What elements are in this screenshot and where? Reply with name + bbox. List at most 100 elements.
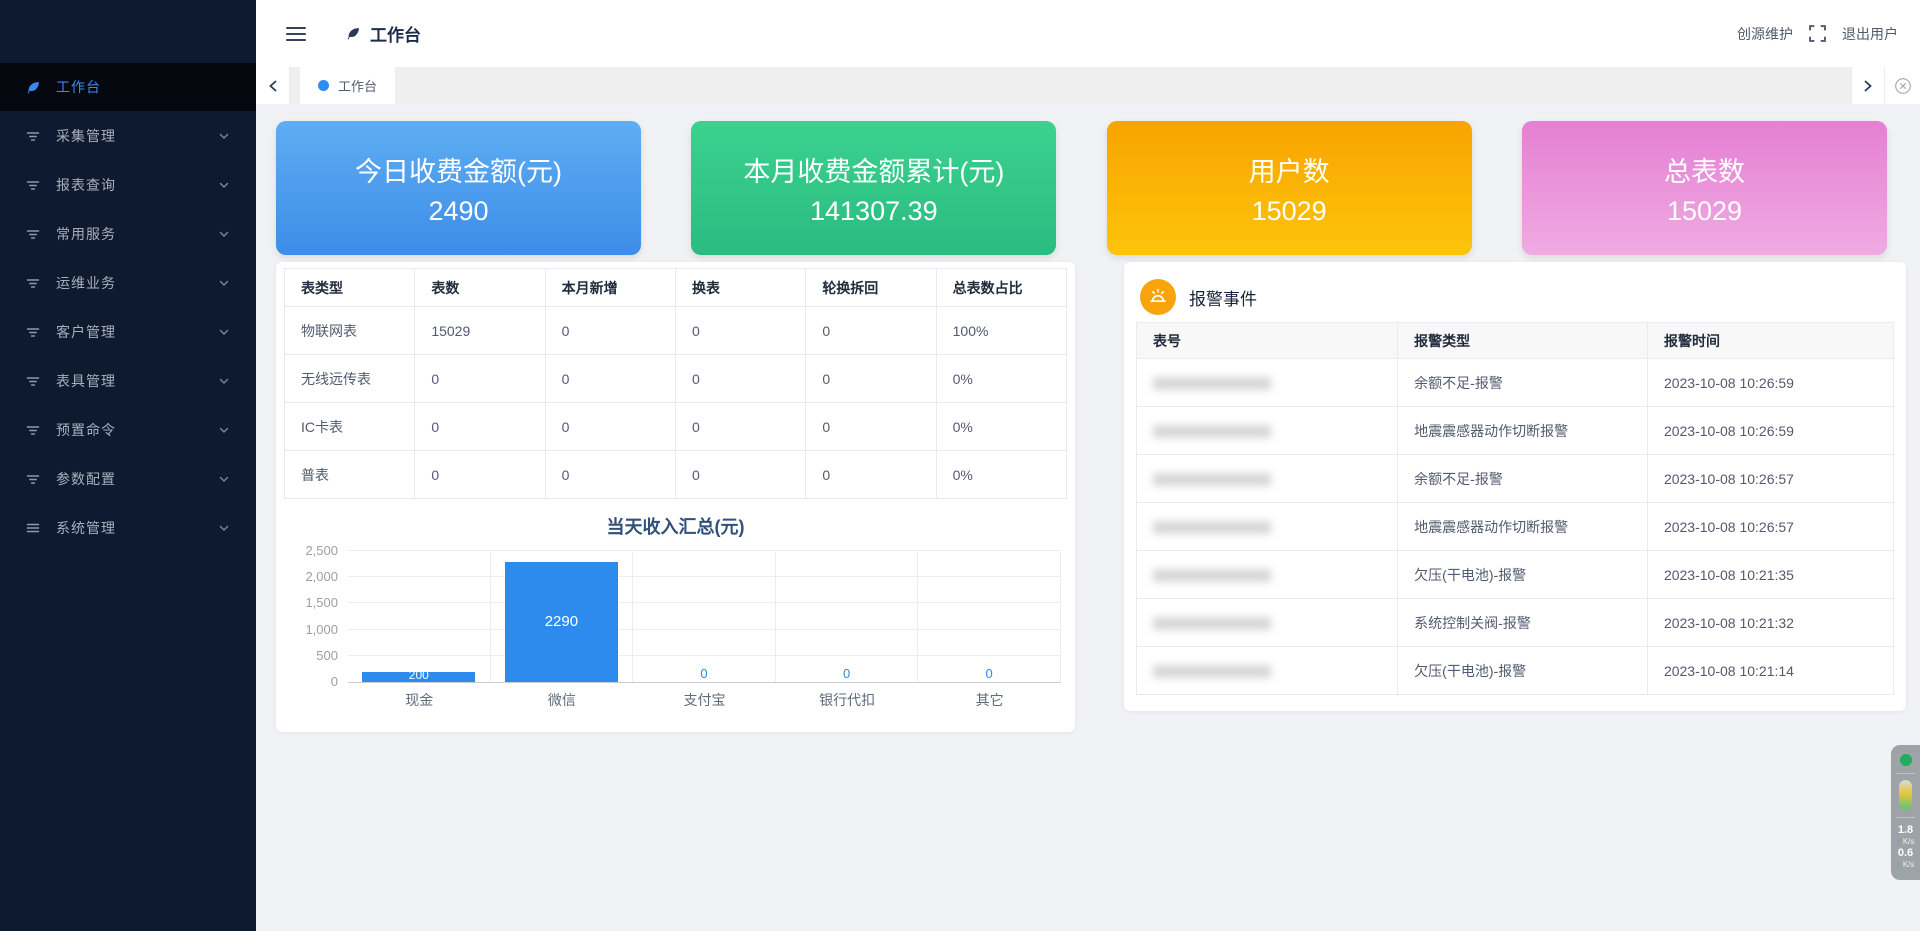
chart-category-slot: 0 [633, 552, 776, 682]
up-arrow-icon: ↑ [1897, 837, 1901, 846]
leaf-icon [26, 80, 44, 95]
net-speed-widget[interactable]: 1.8 ↑ K/s 0.6 ↓ K/s [1891, 745, 1920, 880]
alarm-table-header: 表号 [1137, 323, 1398, 359]
tabs-scroll-left-button[interactable] [256, 67, 290, 104]
card-title: 用户数 [1107, 150, 1472, 189]
total-meter-card: 总表数 15029 [1522, 121, 1887, 255]
alarm-meter-no-cell [1137, 599, 1398, 647]
tab-strip-spacer [395, 67, 1851, 104]
alarm-type-cell: 欠压(干电池)-报警 [1398, 647, 1648, 695]
table-cell: 0 [415, 403, 545, 451]
sidebar-item-workbench[interactable]: 工作台 [0, 63, 256, 111]
meter-summary-panel: 表类型表数本月新增换表轮换拆回总表数占比 物联网表15029000100%无线远… [276, 262, 1075, 732]
bar-value-label: 0 [633, 666, 775, 681]
download-speed-unit: ↓ K/s [1897, 860, 1915, 870]
alarm-panel-title: 报警事件 [1189, 285, 1257, 310]
hamburger-icon[interactable] [286, 26, 306, 42]
card-value: 15029 [1107, 196, 1472, 227]
sidebar-item-meter-management[interactable]: 表具管理 [0, 357, 256, 405]
main-content: 今日收费金额(元)2490 本月收费金额累计(元)141307.39 用户数 1502… [256, 104, 1920, 931]
alarm-panel-header: 报警事件 [1136, 272, 1894, 322]
month-income-card: 本月收费金额累计(元)141307.39 [691, 121, 1056, 255]
chart-x-tick-label: 现金 [348, 690, 491, 710]
table-cell: 0 [675, 403, 805, 451]
chart-x-axis-labels: 现金微信支付宝银行代扣其它 [348, 690, 1061, 710]
blurred-meter-number [1153, 425, 1271, 438]
logout-button[interactable]: 退出用户 [1842, 24, 1898, 44]
filter-icon [26, 129, 44, 143]
sidebar-item-report-query[interactable]: 报表查询 [0, 161, 256, 209]
card-value: 15029 [1522, 196, 1887, 227]
today-income-card: 今日收费金额(元)2490 [276, 121, 641, 255]
chevron-down-icon [218, 326, 230, 338]
chevron-down-icon [218, 522, 230, 534]
table-cell: 100% [936, 307, 1066, 355]
table-cell: 0 [806, 451, 936, 499]
widget-divider [1896, 773, 1915, 774]
alarm-time-cell: 2023-10-08 10:26:57 [1647, 503, 1893, 551]
alarm-time-cell: 2023-10-08 10:21:35 [1647, 551, 1893, 599]
sidebar-item-label: 运维业务 [56, 273, 116, 293]
meter-table-header: 轮换拆回 [806, 269, 936, 307]
sidebar-item-preset-commands[interactable]: 预置命令 [0, 406, 256, 454]
alarm-meter-no-cell [1137, 503, 1398, 551]
meter-type-table: 表类型表数本月新增换表轮换拆回总表数占比 物联网表15029000100%无线远… [284, 268, 1067, 499]
table-cell: 0 [545, 307, 675, 355]
tab-workbench[interactable]: 工作台 [300, 67, 395, 104]
sidebar-item-label: 常用服务 [56, 224, 116, 244]
status-dot-icon [1900, 754, 1912, 766]
table-cell: 0% [936, 355, 1066, 403]
tab-label: 工作台 [338, 76, 377, 95]
table-cell: 15029 [415, 307, 545, 355]
chart-plot-area: 05001,0001,5002,0002,5002002290000 [348, 552, 1061, 683]
table-cell: 0 [415, 451, 545, 499]
alarm-type-cell: 地震震感器动作切断报警 [1398, 503, 1648, 551]
leaf-icon [346, 26, 361, 41]
fullscreen-icon[interactable] [1809, 25, 1826, 42]
chart-x-tick-label: 其它 [918, 690, 1061, 710]
tabs-scroll-right-button[interactable] [1851, 67, 1885, 104]
alarm-row: 欠压(干电池)-报警2023-10-08 10:21:14 [1137, 647, 1894, 695]
alarm-type-cell: 余额不足-报警 [1398, 359, 1648, 407]
sidebar-item-label: 采集管理 [56, 126, 116, 146]
bar-value-label: 0 [918, 666, 1060, 681]
sidebar-item-label: 系统管理 [56, 518, 116, 538]
table-cell: 无线远传表 [285, 355, 415, 403]
sidebar-item-customer-management[interactable]: 客户管理 [0, 308, 256, 356]
meter-table-header: 总表数占比 [936, 269, 1066, 307]
sidebar-item-parameter-config[interactable]: 参数配置 [0, 455, 256, 503]
alarm-row: 系统控制关阀-报警2023-10-08 10:21:32 [1137, 599, 1894, 647]
blurred-meter-number [1153, 617, 1271, 630]
sidebar-item-collection-management[interactable]: 采集管理 [0, 112, 256, 160]
chart-y-tick-label: 1,500 [284, 596, 338, 610]
table-cell: 0 [806, 403, 936, 451]
chart-gridline [348, 550, 1061, 551]
card-title: 总表数 [1522, 150, 1887, 189]
card-title: 本月收费金额累计(元) [691, 150, 1056, 189]
alarm-meter-no-cell [1137, 359, 1398, 407]
alarm-events-panel: 报警事件 表号报警类型报警时间 余额不足-报警2023-10-08 10:26:… [1124, 262, 1906, 711]
table-cell: 0 [806, 355, 936, 403]
card-title: 今日收费金额(元) [276, 150, 641, 189]
table-cell: 0 [545, 355, 675, 403]
sidebar-item-common-services[interactable]: 常用服务 [0, 210, 256, 258]
chevron-down-icon [218, 228, 230, 240]
alarm-table-header: 报警类型 [1398, 323, 1648, 359]
chevron-down-icon [218, 277, 230, 289]
blurred-meter-number [1153, 377, 1271, 390]
tabs-close-button[interactable] [1885, 67, 1920, 104]
sidebar: 工作台采集管理报表查询常用服务运维业务客户管理表具管理预置命令参数配置系统管理 [0, 0, 256, 931]
sidebar-item-system-management[interactable]: 系统管理 [0, 504, 256, 552]
table-cell: 0 [806, 307, 936, 355]
sidebar-item-label: 工作台 [56, 77, 101, 97]
table-cell: IC卡表 [285, 403, 415, 451]
sidebar-item-label: 表具管理 [56, 371, 116, 391]
chevron-down-icon [218, 424, 230, 436]
upload-speed-value: 1.8 [1898, 824, 1913, 837]
table-cell: 0 [415, 355, 545, 403]
chevron-down-icon [218, 473, 230, 485]
table-cell: 0 [675, 355, 805, 403]
tenant-label[interactable]: 创源维护 [1737, 24, 1793, 44]
alarm-meter-no-cell [1137, 551, 1398, 599]
sidebar-item-operations-business[interactable]: 运维业务 [0, 259, 256, 307]
